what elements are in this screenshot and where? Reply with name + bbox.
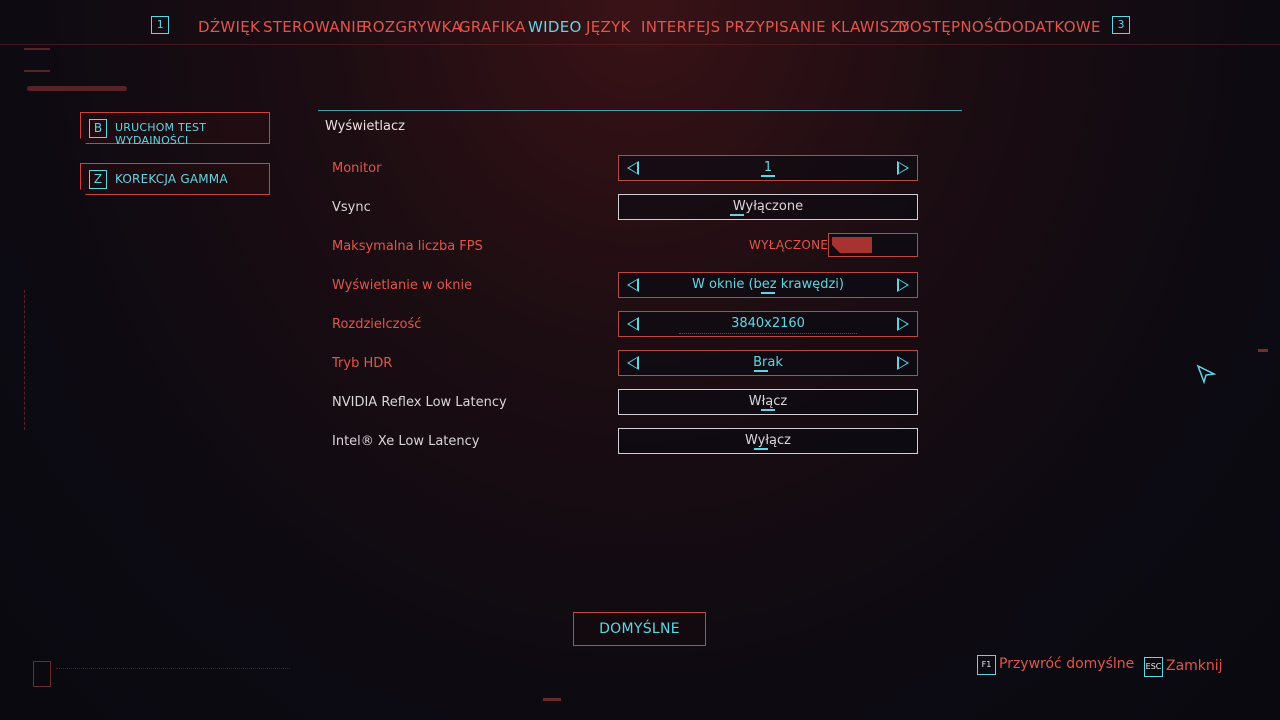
- hud-decoration-topleft: [24, 48, 50, 72]
- setting-label-hdr: Tryb HDR: [332, 356, 393, 371]
- value-indicator: [761, 292, 775, 294]
- gamma-key: Z: [89, 170, 107, 189]
- tab-bar: 1 DŹWIĘK STEROWANIE ROZGRYWKA GRAFIKA WI…: [0, 0, 1280, 56]
- restore-key-icon[interactable]: F1: [977, 655, 996, 675]
- hud-decoration-bottom-center: [543, 698, 561, 701]
- section-title: Wyświetlacz: [325, 119, 405, 134]
- hud-badge: [33, 661, 51, 687]
- hud-decoration-bottom: [56, 668, 290, 679]
- hud-decoration-bar: [27, 86, 127, 91]
- gamma-label: KOREKCJA GAMMA: [115, 172, 228, 186]
- tab-sterowanie[interactable]: STEROWANIE: [263, 18, 366, 36]
- monitor-value: 1: [763, 160, 773, 175]
- tab-przypisanie-klawiszy[interactable]: PRZYPISANIE KLAWISZY: [725, 18, 910, 36]
- tab-wideo[interactable]: WIDEO: [528, 18, 582, 36]
- hud-decoration-line: [0, 44, 1280, 45]
- value-indicator: [730, 214, 744, 216]
- defaults-button[interactable]: DOMYŚLNE: [573, 612, 706, 646]
- max-fps-toggle[interactable]: [828, 233, 918, 257]
- nvidia-reflex-value: Włącz: [748, 394, 788, 409]
- arrow-right-icon[interactable]: [897, 356, 909, 370]
- tab-dzwiek[interactable]: DŹWIĘK: [198, 18, 260, 36]
- arrow-right-icon[interactable]: [897, 278, 909, 292]
- hdr-value: Brak: [753, 355, 783, 370]
- tab-interfejs[interactable]: INTERFEJS: [641, 18, 720, 36]
- value-indicator: [761, 175, 775, 177]
- setting-label-window-mode: Wyświetlanie w oknie: [332, 278, 473, 293]
- tab-dodatkowe[interactable]: DODATKOWE: [1000, 18, 1101, 36]
- setting-label-resolution: Rozdzielczość: [332, 317, 422, 332]
- benchmark-key: B: [89, 119, 107, 138]
- value-indicator: [761, 409, 775, 411]
- vsync-value: Wyłączone: [732, 199, 804, 214]
- hud-decoration-right: [1258, 349, 1268, 352]
- setting-label-max-fps: Maksymalna liczba FPS: [332, 239, 483, 254]
- gamma-correction-button[interactable]: Z KOREKCJA GAMMA: [80, 163, 270, 195]
- setting-label-intel-xe: Intel® Xe Low Latency: [332, 434, 480, 449]
- benchmark-button[interactable]: B URUCHOM TEST WYDAJNOŚCI: [80, 112, 270, 144]
- tab-next-key[interactable]: 3: [1112, 16, 1130, 34]
- vsync-button[interactable]: Wyłączone: [618, 194, 918, 220]
- tab-grafika[interactable]: GRAFIKA: [459, 18, 526, 36]
- tab-jezyk[interactable]: JĘZYK: [586, 18, 631, 36]
- arrow-right-icon[interactable]: [897, 161, 909, 175]
- tab-dostepnosc[interactable]: DOSTĘPNOŚĆ: [898, 18, 1005, 36]
- hdr-selector[interactable]: Brak: [618, 350, 918, 376]
- setting-label-nvidia-reflex: NVIDIA Reflex Low Latency: [332, 395, 507, 410]
- intel-xe-button[interactable]: Wyłącz: [618, 428, 918, 454]
- value-indicator: [754, 370, 768, 372]
- window-mode-selector[interactable]: W oknie (bez krawędzi): [618, 272, 918, 298]
- max-fps-state: WYŁĄCZONE: [749, 238, 829, 252]
- tab-rozgrywka[interactable]: ROZGRYWKA: [362, 18, 462, 36]
- tab-prev-key[interactable]: 1: [151, 16, 169, 34]
- restore-defaults-button[interactable]: Przywróć domyślne: [999, 656, 1134, 672]
- window-mode-value: W oknie (bez krawędzi): [692, 277, 844, 292]
- setting-label-monitor: Monitor: [332, 161, 382, 176]
- setting-label-vsync: Vsync: [332, 200, 371, 215]
- arrow-right-icon[interactable]: [897, 317, 909, 331]
- monitor-selector[interactable]: 1: [618, 155, 918, 181]
- hud-decoration-vertical: [24, 290, 29, 430]
- close-key-icon[interactable]: ESC: [1144, 657, 1163, 677]
- toggle-fill: [832, 237, 872, 253]
- benchmark-label: URUCHOM TEST WYDAJNOŚCI: [115, 121, 207, 147]
- nvidia-reflex-button[interactable]: Włącz: [618, 389, 918, 415]
- cursor-icon: [1196, 364, 1216, 384]
- resolution-value: 3840x2160: [731, 316, 805, 331]
- resolution-selector[interactable]: 3840x2160: [618, 311, 918, 337]
- panel-divider: [318, 110, 962, 111]
- value-indicator: [754, 448, 768, 450]
- close-button[interactable]: Zamknij: [1166, 658, 1223, 674]
- intel-xe-value: Wyłącz: [745, 433, 791, 448]
- resolution-ticks: [679, 332, 857, 334]
